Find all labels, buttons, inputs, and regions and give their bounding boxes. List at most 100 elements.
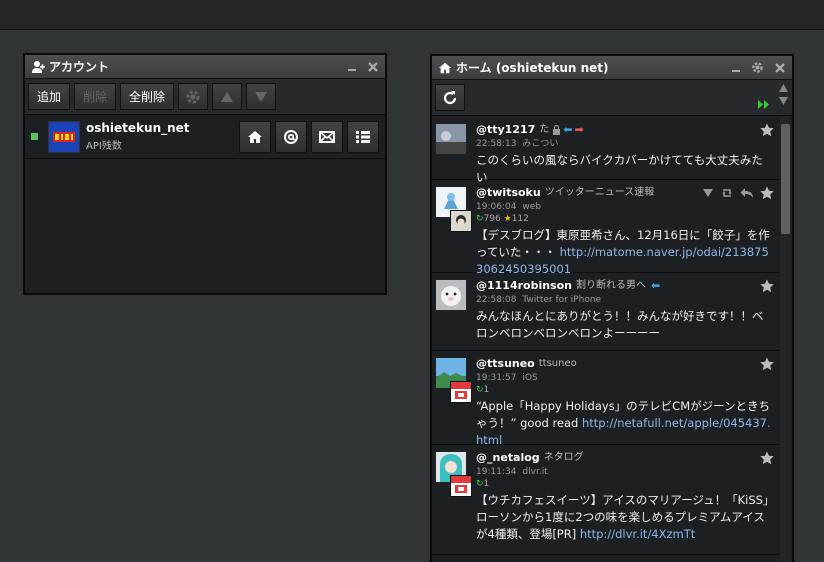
account-row[interactable]: oshietekun_net API残数 [25,115,385,159]
favorite-star-icon[interactable] [760,451,774,465]
account-panel-title: アカウント [49,60,110,74]
delete-account-button[interactable]: 削除 [74,83,117,110]
tweet-text: 【ウチカフェスイーツ】アイスのマリアージュ！「KiSS」ローソンから1度に2つの… [476,493,769,541]
account-panel: アカウント 追加 削除 全削除 oshietekun_net API残数 [23,53,387,295]
delete-all-button[interactable]: 全削除 [120,83,175,110]
scrollbar-thumb[interactable] [781,124,790,234]
account-toolbar: 追加 削除 全削除 [25,79,385,115]
tweet-source: Twitter for iPhone [522,295,602,305]
tweet-text: “Apple「Happy Holidays」のテレビCMがジーンときちゃう！” … [476,399,771,447]
tweet-counts: ↻1 [476,384,774,396]
tweet-text: みんなほんとにありがとう！！みんなが好きです！！ベロンベロンベロンベロンよーーー… [476,309,764,340]
tweet-time: 19:31:57 [476,373,517,383]
home-timeline-panel: ホーム (oshietekun net) @tty1217 た ⬅ ➡ 22:5… [430,54,794,562]
tweet-text: 【デスブログ】東原亜希さん、12月16日に「餃子」を作っていた・・・ http:… [476,228,770,276]
tweet-time: 22:58:13 [476,139,517,149]
tweet-source: web [522,202,542,212]
favorite-star-icon[interactable] [760,357,774,371]
tweet-username[interactable]: @twitsoku [476,186,541,200]
tweet-item[interactable]: @tty1217 た ⬅ ➡ 22:58:13 みこつい このくらいの風ならバイク… [432,117,780,184]
scroll-down-icon[interactable] [779,97,788,105]
tweet-counts: ↻1 [476,478,774,490]
at-icon [284,129,298,144]
tweet-username[interactable]: @_netalog [476,451,540,465]
tweet-username[interactable]: @ttsuneo [476,357,535,371]
favorite-count: 112 [511,214,529,224]
tweet-meta: 19:31:57 iOS [476,372,774,384]
scroll-up-icon[interactable] [779,84,788,92]
tweet-display-name: ツイッターニュース速報 [544,187,655,198]
account-panel-titlebar[interactable]: アカウント [25,55,385,79]
favorite-star-icon[interactable] [760,186,774,200]
tweet-display-name: ttsuneo [538,358,577,369]
move-down-button[interactable] [246,83,277,110]
account-name: oshietekun_net [86,121,190,135]
mentions-button[interactable] [275,120,307,153]
reply-icon[interactable] [740,187,754,199]
move-up-button[interactable] [212,83,243,110]
tweet-item[interactable]: @_netalog ネタログ 19:11:34 dlvr.it ↻1 【ウチカフェ… [432,445,780,555]
favorite-star-icon[interactable] [760,279,774,293]
home-icon [248,130,262,143]
tweet-item[interactable]: @1114robinson 割り断れる男へ ⬅ 22:58:08 Twitter … [432,273,780,351]
tweet-avatar[interactable] [435,279,467,311]
account-avatar [48,120,80,153]
gear-icon [186,90,200,103]
reply-from-icon: ⬅ [563,123,573,136]
home-toolbar [432,80,792,116]
close-icon[interactable] [774,62,786,74]
tweet-display-name: た [539,124,550,135]
favorite-count-icon: ★ [503,214,512,224]
favorite-star-icon[interactable] [760,123,774,137]
envelope-icon [319,130,335,143]
tweet-display-name: 割り断れる男へ [576,280,647,291]
retweet-icon[interactable] [720,187,734,199]
tweet-time: 19:11:34 [476,467,517,477]
tweet-item[interactable]: @twitsoku ツイッターニュース速報 19:06:04 web ↻796 ★… [432,180,780,276]
top-bar [0,0,824,30]
triangle-up-icon [221,91,234,102]
tweet-source: iOS [522,373,538,383]
list-icon [356,130,370,143]
retweet-count-icon: ↻ [476,385,484,395]
home-icon [438,61,452,75]
refresh-button[interactable] [435,84,465,111]
fast-forward-icon[interactable] [758,94,770,113]
home-timeline-button[interactable] [239,120,271,153]
user-icon [31,60,45,74]
refresh-icon [443,90,457,104]
add-account-button[interactable]: 追加 [28,83,71,110]
tweet-display-name: ネタログ [543,452,584,463]
direct-messages-button[interactable] [311,120,343,153]
triangle-down-icon [255,91,268,102]
tweet-source: dlvr.it [522,467,548,477]
reply-from-icon: ⬅ [651,279,661,292]
minimize-icon[interactable] [731,63,741,73]
tweet-meta: 22:58:08 Twitter for iPhone [476,294,774,306]
retweeter-avatar[interactable] [450,475,472,497]
active-indicator [31,133,38,140]
menu-triangle-icon[interactable] [702,188,714,198]
tweet-username[interactable]: @tty1217 [476,123,535,137]
reply-to-icon: ➡ [574,123,584,136]
tweet-meta: 22:58:13 みこつい [476,138,774,150]
close-icon[interactable] [367,61,379,73]
retweet-count-icon: ↻ [476,479,484,489]
settings-button[interactable] [178,83,209,110]
retweeter-avatar[interactable] [450,210,472,232]
home-panel-titlebar[interactable]: ホーム (oshietekun net) [432,56,792,80]
lock-icon [553,125,561,135]
retweeter-avatar[interactable] [450,381,472,403]
tweet-avatar[interactable] [435,123,467,155]
tweet-meta: 19:11:34 dlvr.it [476,466,774,478]
tweet-time: 22:58:08 [476,295,517,305]
api-remaining-label: API残数 [86,141,122,152]
tweet-username[interactable]: @1114robinson [476,279,572,293]
lists-button[interactable] [347,120,379,153]
tweet-counts: ↻796 ★112 [476,213,774,225]
tweet-link[interactable]: http://dlvr.it/4XzmTt [580,527,695,541]
minimize-icon[interactable] [347,62,357,72]
tweet-item[interactable]: @ttsuneo ttsuneo 19:31:57 iOS ↻1 “Apple「H… [432,351,780,447]
retweet-count: 796 [483,214,501,224]
gear-icon[interactable] [751,61,764,74]
